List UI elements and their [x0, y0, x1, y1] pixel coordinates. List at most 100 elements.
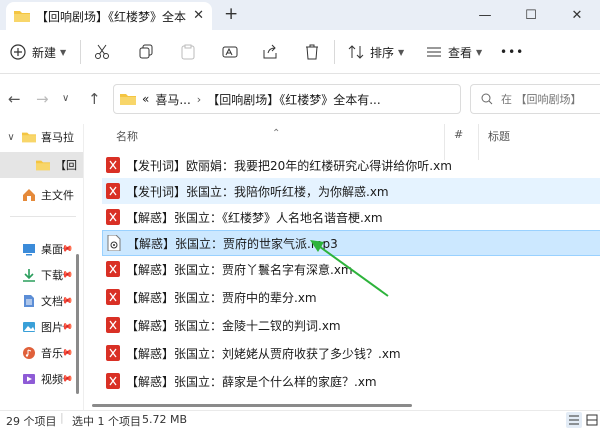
sort-icon — [348, 45, 364, 59]
file-name: 【解惑】张国立：《红楼梦》人名地名谐音梗.xm — [126, 210, 383, 225]
file-row[interactable]: 【发刊词】张国立：我陪你听红楼，为你解惑.xm — [102, 178, 600, 204]
document-icon — [24, 295, 34, 307]
cut-button[interactable] — [94, 30, 110, 74]
xm-file-icon — [106, 289, 120, 305]
sidebar-item-label: 【回 — [55, 159, 77, 172]
breadcrumb-overflow[interactable]: « — [142, 92, 149, 106]
file-row[interactable]: 【解惑】张国立：刘姥姥从贾府收获了多少钱？.xm — [102, 340, 600, 366]
share-button[interactable] — [262, 30, 278, 74]
column-title[interactable]: 标题 — [488, 128, 510, 144]
search-placeholder: 在 【回响剧场】 — [501, 93, 582, 106]
window-tab[interactable]: 【回响剧场】《红楼梦》全本有 ✕ — [6, 2, 212, 30]
xm-file-icon — [106, 373, 120, 389]
view-button[interactable]: 查看 ▼ — [426, 30, 482, 74]
divider — [334, 40, 335, 64]
close-button[interactable]: ✕ — [554, 0, 600, 30]
rename-icon — [222, 46, 238, 58]
divider — [10, 216, 76, 217]
minimize-button[interactable]: — — [462, 0, 508, 30]
sidebar-item-documents[interactable]: 文档 📌 — [0, 288, 83, 314]
sidebar-item-downloads[interactable]: 下载 📌 — [0, 262, 83, 288]
music-icon — [23, 347, 35, 359]
folder-icon — [22, 132, 36, 143]
divider: | — [60, 411, 64, 424]
chevron-right-icon: › — [196, 92, 202, 106]
item-count: 29 个项目 — [6, 415, 57, 428]
new-button[interactable]: 新建 ▼ — [10, 30, 66, 74]
chevron-down-icon[interactable]: ∨ — [62, 93, 69, 104]
file-row[interactable]: 【解惑】张国立：金陵十二钗的判词.xm — [102, 312, 600, 338]
sidebar-item-videos[interactable]: 视频 📌 — [0, 366, 83, 392]
xm-file-icon — [106, 345, 120, 361]
folder-icon — [14, 11, 30, 22]
column-header: ⌃ 名称 # 标题 — [92, 124, 600, 160]
search-icon — [481, 93, 493, 105]
plus-circle-icon — [10, 44, 26, 60]
sidebar-item-current[interactable]: 【回 — [0, 152, 83, 178]
trash-icon — [306, 44, 318, 60]
breadcrumb-item[interactable]: 喜马... — [155, 91, 190, 108]
status-bar: 29 个项目 | 选中 1 个项目 5.72 MB — [0, 410, 600, 428]
xm-file-icon — [106, 209, 120, 225]
sidebar-scrollbar[interactable] — [76, 254, 79, 394]
back-arrow-icon[interactable]: ← — [8, 90, 21, 108]
xm-file-icon — [106, 317, 120, 333]
file-row[interactable]: 【解惑】张国立：《红楼梦》人名地名谐音梗.xm — [102, 204, 600, 230]
copy-icon — [139, 44, 153, 59]
rename-button[interactable] — [222, 30, 238, 74]
clipboard-icon — [181, 44, 195, 60]
copy-button[interactable] — [138, 30, 154, 74]
tab-title: 【回响剧场】《红楼梦》全本有 — [36, 9, 186, 24]
navigation-pane: ∨ 喜马拉 【回 主文件 桌面 📌 下载 📌 文档 📌 图片 📌 音乐 📌 视频 — [0, 124, 84, 410]
chevron-down-icon: ▼ — [476, 47, 483, 57]
file-name: 【发刊词】欧丽娟：我要把20年的红楼研究心得讲给你听.xm — [126, 158, 452, 173]
tab-close-icon[interactable]: ✕ — [193, 8, 204, 23]
view-label: 查看 — [448, 45, 473, 60]
more-button[interactable]: ••• — [500, 30, 524, 74]
forward-arrow-icon[interactable]: → — [36, 90, 49, 108]
maximize-button[interactable]: ☐ — [508, 0, 554, 30]
column-name[interactable]: 名称 — [116, 128, 138, 144]
tiles-view-icon[interactable] — [584, 412, 600, 428]
video-icon — [23, 374, 35, 384]
details-view-icon[interactable] — [566, 412, 582, 428]
divider — [80, 40, 81, 64]
sort-caret-icon: ⌃ — [272, 128, 281, 139]
horizontal-scrollbar[interactable] — [92, 404, 412, 407]
delete-button[interactable] — [304, 30, 320, 74]
sidebar-item-home[interactable]: 主文件 — [0, 182, 83, 208]
folder-icon — [120, 94, 136, 105]
sidebar-item-music[interactable]: 音乐 📌 — [0, 340, 83, 366]
new-tab-button[interactable]: + — [224, 4, 238, 24]
xm-file-icon — [106, 261, 120, 277]
file-row[interactable]: 【解惑】张国立：薛家是个什么样的家庭？.xm — [102, 368, 600, 394]
file-name: 【解惑】张国立：金陵十二钗的判词.xm — [126, 318, 341, 333]
address-row: ← → ∨ ↑ « 喜马... › 【回响剧场】《红楼梦》全本有... 在 【回… — [0, 74, 600, 124]
file-row[interactable]: 【发刊词】欧丽娟：我要把20年的红楼研究心得讲给你听.xm — [102, 152, 600, 178]
selection-count: 选中 1 个项目 — [72, 415, 141, 428]
search-input[interactable]: 在 【回响剧场】 — [470, 84, 600, 114]
xm-file-icon — [106, 157, 120, 173]
up-arrow-icon[interactable]: ↑ — [88, 90, 101, 108]
sidebar-item-xima[interactable]: ∨ 喜马拉 — [0, 124, 83, 150]
sidebar-item-label: 喜马拉 — [41, 131, 74, 144]
sidebar-item-label: 主文件 — [41, 189, 74, 202]
sidebar-item-desktop[interactable]: 桌面 📌 — [0, 236, 83, 262]
column-number[interactable]: # — [454, 128, 463, 141]
paste-button[interactable] — [180, 30, 196, 74]
home-icon — [23, 189, 35, 201]
sort-button[interactable]: 排序 ▼ — [348, 30, 404, 74]
desktop-icon — [23, 244, 35, 256]
share-icon — [263, 44, 277, 59]
sort-label: 排序 — [370, 45, 395, 60]
download-icon — [23, 269, 35, 282]
address-bar[interactable]: « 喜马... › 【回响剧场】《红楼梦》全本有... — [113, 84, 461, 114]
view-list-icon — [427, 47, 441, 57]
file-name: 【发刊词】张国立：我陪你听红楼，为你解惑.xm — [126, 184, 389, 199]
chevron-down-icon[interactable]: ∨ — [0, 132, 22, 143]
folder-icon — [36, 160, 50, 171]
green-arrow-annotation — [310, 240, 389, 297]
sidebar-item-pictures[interactable]: 图片 📌 — [0, 314, 83, 340]
file-name: 【解惑】张国立：贾府中的辈分.xm — [126, 290, 317, 305]
breadcrumb-item[interactable]: 【回响剧场】《红楼梦》全本有... — [207, 91, 380, 108]
